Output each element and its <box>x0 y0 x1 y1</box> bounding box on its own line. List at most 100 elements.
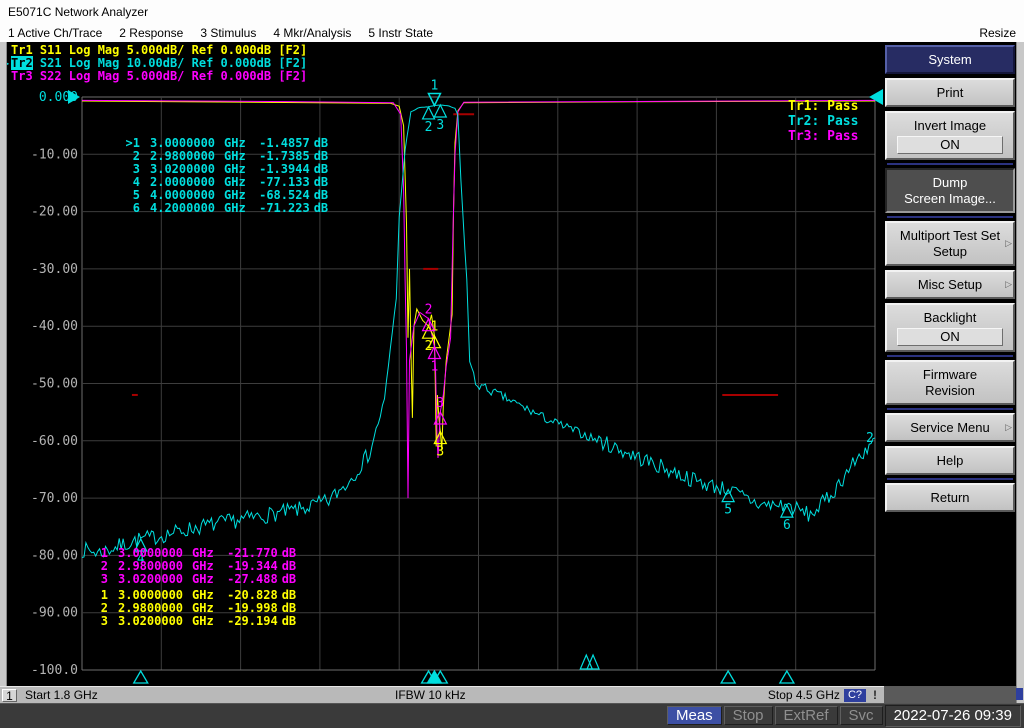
menu-item-4-mkr-analysis[interactable]: 4 Mkr/Analysis <box>273 26 351 40</box>
marker-cell: 3 <box>84 573 108 586</box>
marker-number: 1 <box>431 359 439 374</box>
ref-level-arrow-right-icon <box>869 89 883 105</box>
marker-glyph-active <box>428 94 440 106</box>
y-axis-label: -80.00 <box>31 548 78 563</box>
window-border-right <box>1016 42 1024 703</box>
menu-item-1-active-ch-trace[interactable]: 1 Active Ch/Trace <box>8 26 102 40</box>
limit-result-tr3: Tr3: Pass <box>788 129 858 144</box>
marker-table-s22: 13.0000000GHz-21.770dB22.9800000GHz-19.3… <box>84 547 296 586</box>
marker-number: 6 <box>783 518 791 533</box>
marker-table-s21: >13.0000000GHz-1.4857dB22.9800000GHz-1.7… <box>116 137 328 215</box>
indicator-meas: Meas <box>667 706 722 725</box>
softkey-label: Firmware <box>889 367 1011 383</box>
marker-glyph <box>423 107 435 119</box>
marker-cell: GHz <box>192 559 214 573</box>
softkey-return[interactable]: Return <box>885 483 1015 512</box>
marker-cell: dB <box>314 201 328 215</box>
trace-id[interactable]: Tr2 <box>11 56 33 70</box>
softkey-invert-image[interactable]: Invert ImageON <box>885 111 1015 160</box>
softkey-label: Invert Image <box>889 118 1011 134</box>
softkey-label: Screen Image... <box>889 191 1011 207</box>
softkey-separator <box>887 408 1013 410</box>
softkey-firmware-revision[interactable]: FirmwareRevision <box>885 360 1015 405</box>
softkey-backlight[interactable]: BacklightON <box>885 303 1015 352</box>
marker-cell: dB <box>282 572 296 586</box>
softkey-separator <box>887 163 1013 165</box>
marker-cell: dB <box>314 188 328 202</box>
resize-button[interactable]: Resize <box>979 26 1016 40</box>
softkey-label: Print <box>889 85 1011 101</box>
calibration-badge: C? <box>844 689 866 702</box>
y-axis-label: -10.00 <box>31 147 78 162</box>
softkey-label: Revision <box>889 383 1011 399</box>
softkey-label: Help <box>889 453 1011 469</box>
marker-number: 3 <box>436 396 444 411</box>
warning-icon: ! <box>870 688 880 702</box>
softkey-menu: System Print Invert ImageON DumpScreen Imag… <box>884 42 1016 686</box>
marker-table-s11: 13.0000000GHz-20.828dB22.9800000GHz-19.9… <box>84 589 296 628</box>
softkey-label: Setup <box>889 244 1011 260</box>
marker-number: 3 <box>436 118 444 133</box>
marker-cell: dB <box>282 601 296 615</box>
marker-cell: -71.223 <box>250 202 310 215</box>
indicator-stop: Stop <box>724 706 773 725</box>
trace-line-tr3: Tr3 S22 Log Mag 5.000dB/ Ref 0.000dB [F2… <box>2 70 307 83</box>
trace-settings-text: S22 Log Mag 5.000dB/ Ref 0.000dB [F2] <box>33 69 308 83</box>
marker-cell: GHz <box>224 136 246 150</box>
marker-cell: GHz <box>224 162 246 176</box>
softkey-dump-screen-image[interactable]: DumpScreen Image... <box>885 168 1015 213</box>
softkey-separator <box>887 478 1013 480</box>
marker-cell: GHz <box>224 149 246 163</box>
marker-cell: dB <box>314 162 328 176</box>
marker-number: 2 <box>425 303 433 318</box>
marker-number: 3 <box>436 445 444 460</box>
marker-row: 33.0200000GHz-29.194dB <box>84 615 296 628</box>
softkey-system[interactable]: System <box>885 45 1015 74</box>
indicator-svc: Svc <box>840 706 883 725</box>
softkey-multiport-test-set-setup[interactable]: Multiport Test SetSetup▷ <box>885 221 1015 266</box>
channel-number-box: 1 <box>2 689 17 702</box>
marker-cell: GHz <box>192 572 214 586</box>
window-title: E5071C Network Analyzer <box>8 5 148 19</box>
marker-cell: GHz <box>224 201 246 215</box>
axis-marker-triangle-icon <box>780 671 794 683</box>
menu-item-2-response[interactable]: 2 Response <box>119 26 183 40</box>
y-axis-label: -20.00 <box>31 205 78 220</box>
softkey-label: Return <box>889 490 1011 506</box>
marker-cell: GHz <box>192 588 214 602</box>
marker-cell: 3 <box>84 615 108 628</box>
softkey-label: System <box>889 52 1011 68</box>
limit-result-tr1: Tr1: Pass <box>788 99 858 114</box>
softkey-service-menu[interactable]: Service Menu▷ <box>885 413 1015 442</box>
marker-row: 33.0200000GHz-27.488dB <box>84 573 296 586</box>
marker-cell: dB <box>282 546 296 560</box>
y-axis-label: -90.00 <box>31 606 78 621</box>
submenu-arrow-icon: ▷ <box>1005 279 1012 290</box>
y-axis-label: -40.00 <box>31 319 78 334</box>
window-title-bar: E5071C Network Analyzer <box>0 0 1024 24</box>
axis-marker-triangle-icon <box>134 671 148 683</box>
menu-item-3-stimulus[interactable]: 3 Stimulus <box>200 26 256 40</box>
marker-number: 1 <box>431 79 439 94</box>
status-bar-filler <box>884 686 1016 703</box>
marker-number: 2 <box>425 120 433 135</box>
marker-cell: -29.194 <box>218 615 278 628</box>
softkey-misc-setup[interactable]: Misc Setup▷ <box>885 270 1015 299</box>
menu-bar: 1 Active Ch/Trace 2 Response 3 Stimulus 4 M… <box>0 24 1024 42</box>
indicator-extref: ExtRef <box>775 706 838 725</box>
stop-frequency-label: Stop 4.5 GHz <box>768 688 840 702</box>
softkey-print[interactable]: Print <box>885 78 1015 107</box>
y-axis-label: -100.0 <box>31 663 78 678</box>
start-frequency-label: Start 1.8 GHz <box>25 688 98 702</box>
menu-item-5-instr-state[interactable]: 5 Instr State <box>368 26 433 40</box>
y-axis-label: -60.00 <box>31 434 78 449</box>
marker-cell: dB <box>282 588 296 602</box>
trace-id[interactable]: Tr1 <box>11 43 33 57</box>
trace-id[interactable]: Tr3 <box>11 69 33 83</box>
y-axis-label: -50.00 <box>31 377 78 392</box>
softkey-help[interactable]: Help <box>885 446 1015 475</box>
marker-cell: -27.488 <box>218 573 278 586</box>
submenu-arrow-icon: ▷ <box>1005 422 1012 433</box>
softkey-label: Backlight <box>889 310 1011 326</box>
marker-cell: dB <box>314 136 328 150</box>
